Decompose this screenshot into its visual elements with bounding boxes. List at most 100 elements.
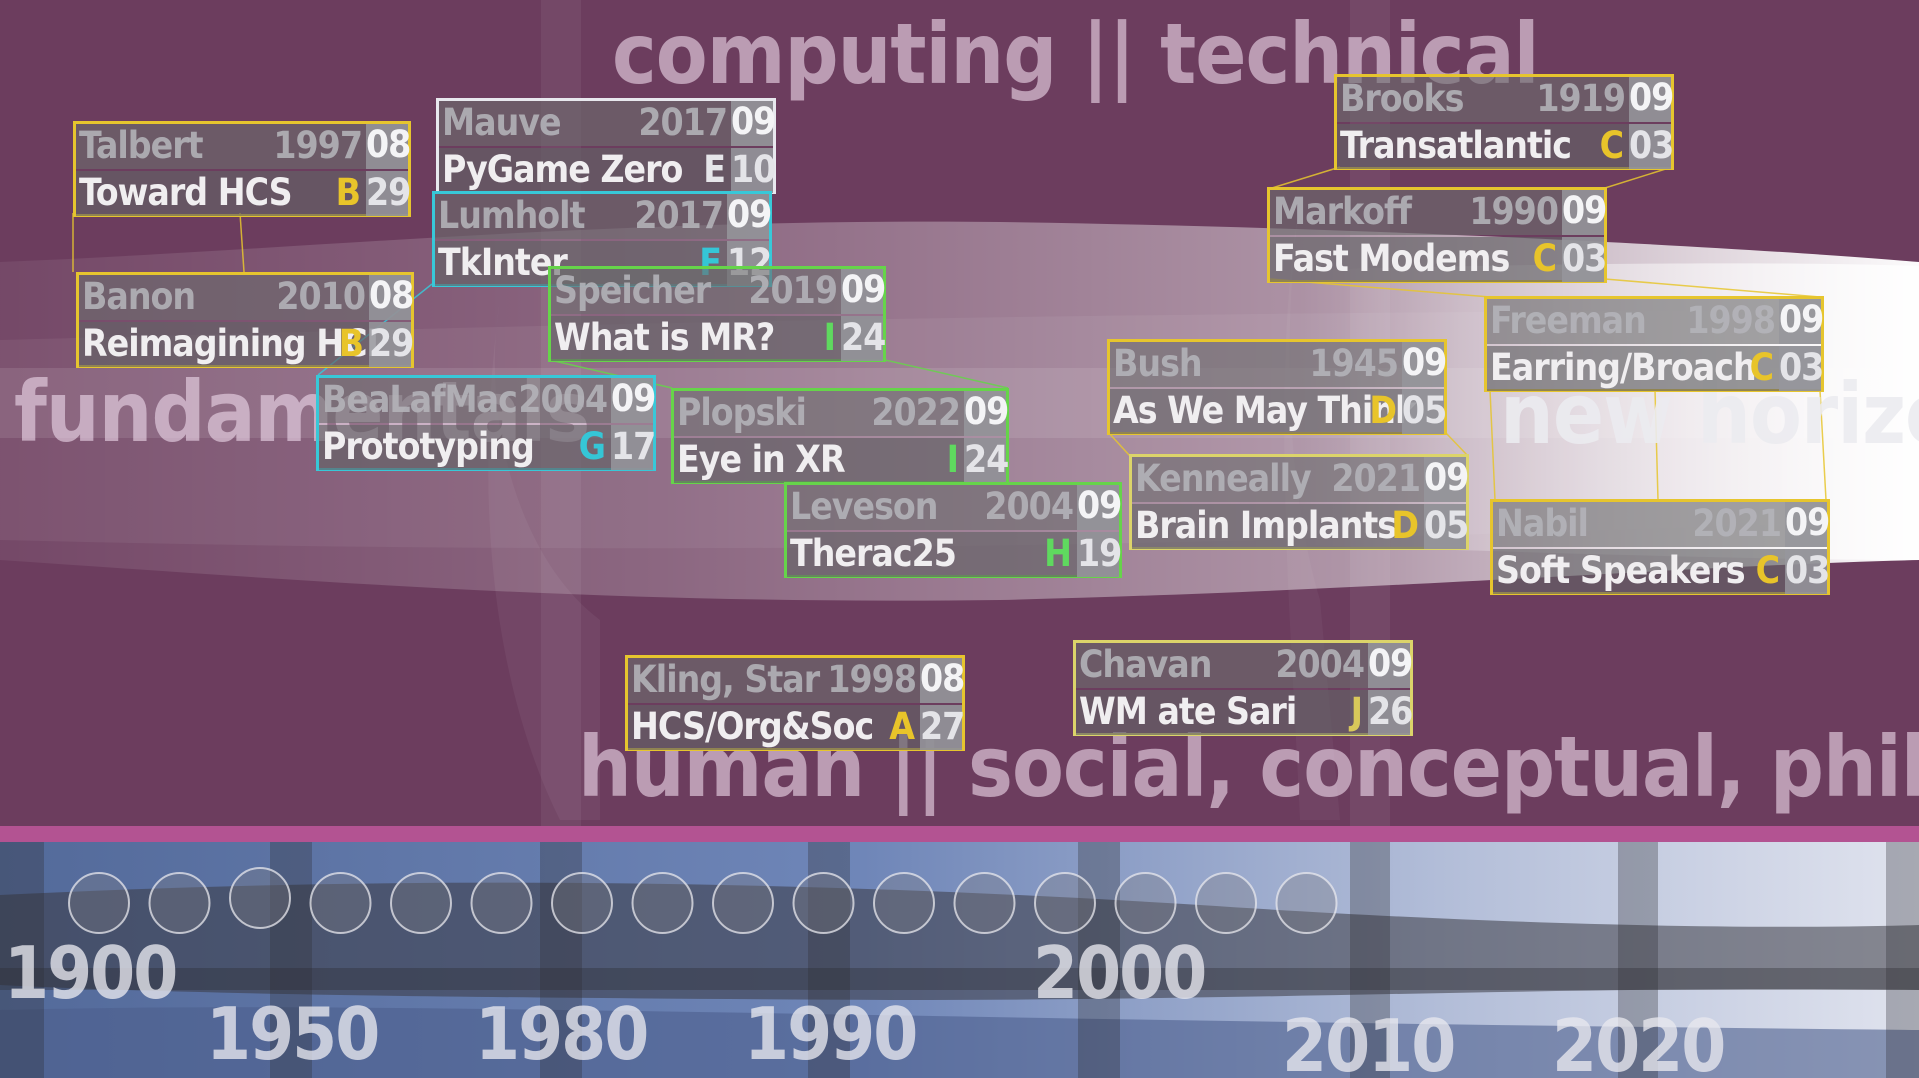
card-month: 09: [964, 391, 1009, 436]
card-title: Fast Modems: [1273, 237, 1510, 280]
paper-card-kling-star[interactable]: Kling, Star 1998 08 HCS/Org&Soc A 27: [625, 655, 965, 751]
timeline-circle: [68, 872, 130, 934]
year-label-2010: 2010: [1282, 1004, 1456, 1078]
card-week: 19: [1077, 532, 1122, 577]
card-year: 2022: [871, 391, 961, 434]
card-month: 08: [366, 124, 411, 169]
card-week: 03: [1562, 237, 1607, 282]
paper-card-bealafmac[interactable]: BeaLafMac 2004 09 Prototyping G 17: [316, 375, 656, 471]
card-year: 2021: [1331, 457, 1421, 500]
card-author: Bush: [1113, 342, 1203, 385]
card-author: Markoff: [1273, 190, 1412, 233]
card-year: 2004: [518, 378, 608, 421]
card-category: B: [335, 171, 361, 214]
card-author: Kenneally: [1135, 457, 1312, 500]
card-month: 09: [1368, 643, 1413, 688]
year-label-2000: 2000: [1033, 931, 1207, 1015]
card-author: Nabil: [1496, 502, 1589, 545]
paper-card-chavan[interactable]: Chavan 2004 09 WM ate Sari J 26: [1073, 640, 1413, 736]
card-category: I: [823, 316, 836, 359]
paper-card-brooks[interactable]: Brooks 1919 09 Transatlantic C 03: [1334, 74, 1674, 170]
paper-card-banon[interactable]: Banon 2010 08 Reimagining HCI B 29: [76, 272, 414, 368]
paper-card-plopski[interactable]: Plopski 2022 09 Eye in XR I 24: [671, 388, 1009, 484]
card-month: 09: [1402, 342, 1447, 387]
card-week: 17: [611, 425, 656, 470]
card-category: B: [338, 322, 364, 365]
card-author: Chavan: [1079, 643, 1212, 686]
card-author: Speicher: [554, 269, 711, 312]
card-category: C: [1755, 549, 1780, 592]
card-week: 26: [1368, 690, 1413, 735]
card-week: 29: [369, 322, 414, 367]
card-month: 09: [727, 194, 772, 239]
card-year: 2017: [638, 101, 728, 144]
card-title: Soft Speakers: [1496, 549, 1746, 592]
timeline-circle: [792, 872, 855, 934]
card-author: Freeman: [1490, 299, 1647, 342]
timeline-circle: [390, 872, 452, 934]
card-category: G: [578, 425, 606, 468]
paper-card-talbert[interactable]: Talbert 1997 08 Toward HCS B 29: [73, 121, 411, 217]
card-week: 03: [1629, 124, 1674, 169]
timeline-circle: [1275, 872, 1338, 934]
paper-card-speicher[interactable]: Speicher 2019 09 What is MR? I 24: [548, 266, 886, 362]
card-year: 1997: [273, 124, 363, 167]
paper-card-leveson[interactable]: Leveson 2004 09 Therac25 H 19: [784, 482, 1122, 578]
timeline-circle: [551, 872, 613, 934]
card-year: 2010: [276, 275, 366, 318]
timeline-circle: [470, 872, 533, 934]
card-category: I: [946, 438, 959, 481]
card-title: Reimagining HCI: [82, 322, 379, 365]
card-category: H: [1044, 532, 1072, 575]
card-title: Earring/Broach: [1490, 346, 1757, 389]
timeline-circle: [712, 872, 774, 934]
card-author: Lumholt: [438, 194, 585, 237]
timeline-circle: [631, 872, 694, 934]
card-title: Eye in XR: [677, 438, 846, 481]
paper-card-markoff[interactable]: Markoff 1990 09 Fast Modems C 03: [1267, 187, 1607, 283]
card-year: 2004: [1275, 643, 1365, 686]
card-week: 24: [964, 438, 1009, 483]
card-title: Transatlantic: [1340, 124, 1572, 167]
card-week: 24: [841, 316, 886, 361]
card-category: C: [1599, 124, 1624, 167]
card-month: 09: [1779, 299, 1824, 344]
card-month: 09: [731, 101, 776, 146]
card-week: 03: [1785, 549, 1830, 594]
timeline-circle: [229, 867, 291, 929]
card-category: D: [1369, 389, 1397, 432]
card-title: Toward HCS: [79, 171, 293, 214]
card-author: Mauve: [442, 101, 562, 144]
card-month: 08: [369, 275, 414, 320]
card-week: 03: [1779, 346, 1824, 391]
card-year: 1998: [827, 658, 917, 701]
paper-card-kenneally[interactable]: Kenneally 2021 09 Brain Implants D 05: [1129, 454, 1469, 550]
card-year: 1919: [1536, 77, 1626, 120]
year-label-2020: 2020: [1552, 1004, 1726, 1078]
card-year: 1990: [1469, 190, 1559, 233]
timeline-circle: [1195, 872, 1257, 934]
card-year: 2004: [984, 485, 1074, 528]
card-year: 1945: [1309, 342, 1399, 385]
paper-card-mauve[interactable]: Mauve 2017 09 PyGame Zero E 10: [436, 98, 776, 194]
year-label-1950: 1950: [206, 992, 380, 1076]
timeline-circle: [148, 872, 211, 934]
card-year: 2017: [634, 194, 724, 237]
card-year: 2019: [748, 269, 838, 312]
card-month: 09: [1629, 77, 1674, 122]
paper-card-freeman[interactable]: Freeman 1998 09 Earring/Broach C 03: [1484, 296, 1824, 392]
card-category: J: [1350, 690, 1363, 733]
year-label-1900: 1900: [4, 931, 178, 1015]
card-title: Therac25: [790, 532, 957, 575]
card-author: Plopski: [677, 391, 807, 434]
year-label-1980: 1980: [475, 992, 649, 1076]
card-week: 05: [1402, 389, 1447, 434]
card-title: What is MR?: [554, 316, 775, 359]
timeline-circle: [309, 872, 372, 934]
year-label-1990: 1990: [744, 992, 918, 1076]
paper-card-nabil[interactable]: Nabil 2021 09 Soft Speakers C 03: [1490, 499, 1830, 595]
card-week: 10: [731, 148, 776, 193]
card-month: 09: [1424, 457, 1469, 502]
card-title: Prototyping: [322, 425, 535, 468]
paper-card-bush[interactable]: Bush 1945 09 As We May Think D 05: [1107, 339, 1447, 435]
